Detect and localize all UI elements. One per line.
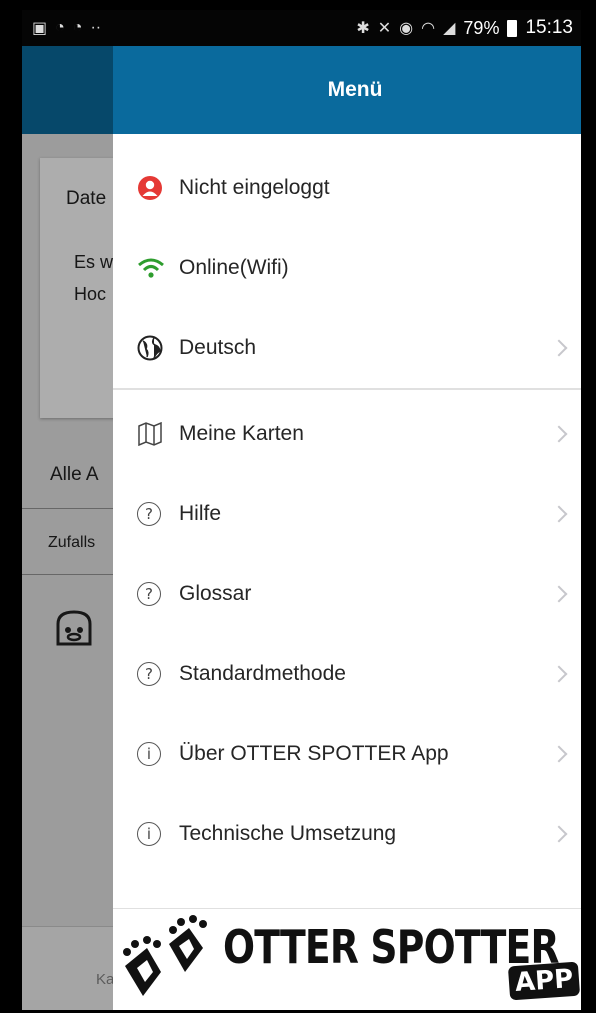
help-icon: ? — [137, 656, 173, 692]
menu-item-label: Hilfe — [179, 502, 222, 525]
help-icon: ? — [137, 496, 173, 532]
menu-item-about[interactable]: i Über OTTER SPOTTER App — [113, 714, 581, 794]
wifi-status-icon: ◠ — [421, 20, 436, 37]
chevron-right-icon — [550, 339, 568, 357]
menu-item-standard-method[interactable]: ? Standardmethode — [113, 634, 581, 714]
signal-icon: ◢ — [443, 20, 456, 37]
menu-item-label: Nicht eingeloggt — [179, 176, 330, 199]
menu-item-label: Standardmethode — [179, 662, 346, 685]
battery-icon — [507, 19, 518, 37]
otter-spotter-logo: OTTER SPOTTER APP — [113, 906, 581, 1010]
chevron-right-icon — [550, 665, 568, 683]
clock: 15:13 — [525, 17, 573, 38]
mute-icon: ✕ — [377, 20, 392, 37]
status-left: ▣ ◔ ◔ ·· — [32, 18, 101, 38]
menu-item-login-status[interactable]: Nicht eingeloggt — [113, 148, 581, 228]
menu-item-label: Meine Karten — [179, 422, 304, 445]
chevron-right-icon — [550, 425, 568, 443]
menu-item-help[interactable]: ? Hilfe — [113, 474, 581, 554]
drawer-title: Menü — [327, 78, 383, 101]
menu-item-label: Über OTTER SPOTTER App — [179, 742, 449, 765]
chevron-right-icon — [550, 585, 568, 603]
bluetooth-icon: ✱ — [356, 20, 370, 37]
menu-item-technical[interactable]: i Technische Umsetzung — [113, 794, 581, 874]
menu-item-label: Deutsch — [179, 336, 257, 359]
status-bar: ▣ ◔ ◔ ·· ✱ ✕ ◉ ◠ ◢ 79% 15:13 — [22, 10, 581, 46]
chevron-right-icon — [550, 745, 568, 763]
chevron-right-icon — [550, 825, 568, 843]
screen: ▣ ◔ ◔ ·· ✱ ✕ ◉ ◠ ◢ 79% 15:13 Date Es w H… — [22, 10, 581, 1010]
status-right: ✱ ✕ ◉ ◠ ◢ 79% 15:13 — [356, 17, 573, 39]
help-icon: ? — [137, 576, 173, 612]
info-icon: i — [137, 736, 173, 772]
menu-item-my-maps[interactable]: Meine Karten — [113, 394, 581, 474]
more-notifications-icon: ·· — [90, 19, 102, 36]
app-notification-icon: ◔ — [55, 19, 65, 36]
info-icon: i — [137, 816, 173, 852]
logo-app-badge: APP — [507, 961, 581, 1001]
menu-item-glossary[interactable]: ? Glossar — [113, 554, 581, 634]
battery-percent: 79% — [463, 17, 500, 38]
map-icon — [137, 416, 173, 452]
gallery-notification-icon: ▣ — [32, 20, 48, 37]
logo-text: OTTER SPOTTER — [223, 920, 560, 974]
chevron-right-icon — [550, 505, 568, 523]
menu-item-language[interactable]: Deutsch — [113, 308, 581, 388]
navigation-drawer: Menü Nicht eingeloggt Online(Wifi) Deuts… — [113, 46, 581, 1010]
menu-item-label: Technische Umsetzung — [179, 822, 397, 845]
paw-prints-icon — [123, 915, 207, 996]
user-icon — [137, 170, 173, 206]
menu-item-label: Online(Wifi) — [179, 256, 289, 279]
alarm-icon: ◉ — [399, 20, 414, 37]
drawer-header: Menü — [113, 46, 581, 134]
phone-frame: ▣ ◔ ◔ ·· ✱ ✕ ◉ ◠ ◢ 79% 15:13 Date Es w H… — [0, 0, 596, 1013]
globe-icon — [137, 330, 173, 366]
wifi-icon — [137, 250, 173, 286]
app-notification-icon: ◔ — [72, 19, 83, 36]
menu-item-label: Glossar — [179, 582, 252, 605]
menu-item-connection[interactable]: Online(Wifi) — [113, 228, 581, 308]
menu-divider — [113, 388, 581, 390]
